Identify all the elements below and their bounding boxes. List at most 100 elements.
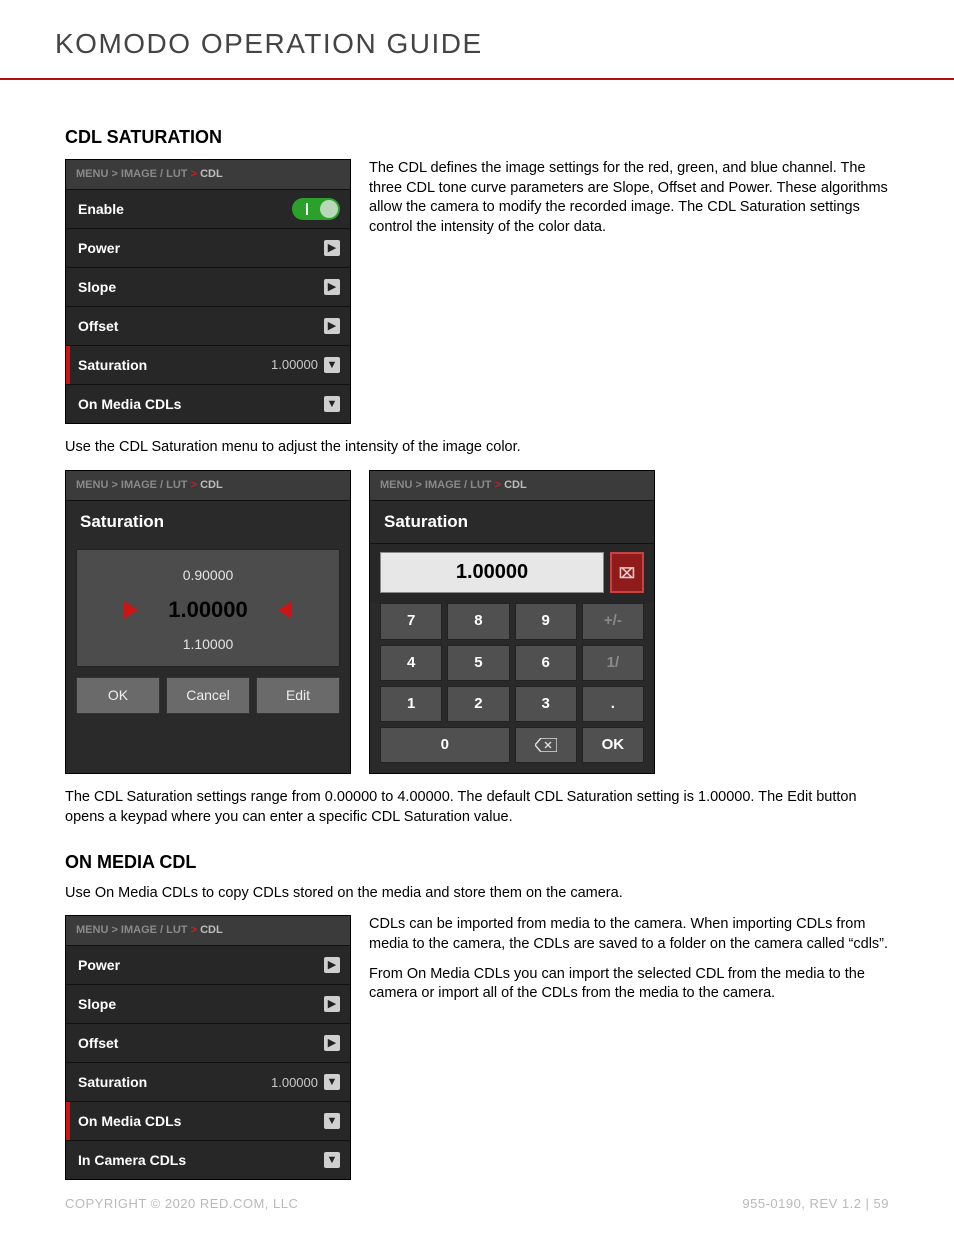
menu-item-label: Power xyxy=(78,956,120,975)
menu-item-label: Offset xyxy=(78,1034,118,1053)
key-backspace[interactable] xyxy=(515,727,577,763)
panel-title: Saturation xyxy=(370,500,654,544)
spinner-next-value: 1.10000 xyxy=(77,629,339,660)
close-icon: ⌧ xyxy=(619,564,635,583)
key-6[interactable]: 6 xyxy=(515,645,577,681)
chevron-down-icon: ▼ xyxy=(324,357,340,373)
chevron-down-icon: ▼ xyxy=(324,1152,340,1168)
breadcrumb-arrow-icon: > xyxy=(495,479,504,491)
breadcrumb-last: CDL xyxy=(200,168,223,180)
saturation-spinner-panel: MENU > IMAGE / LUT > CDL Saturation 0.90… xyxy=(65,470,351,775)
menu-item-saturation[interactable]: Saturation 1.00000 ▼ xyxy=(66,1062,350,1101)
chevron-right-icon: ▶ xyxy=(324,957,340,973)
breadcrumb-last: CDL xyxy=(200,479,223,491)
menu-item-label: Slope xyxy=(78,995,116,1014)
body-text: CDLs can be imported from media to the c… xyxy=(369,915,889,1180)
chevron-right-icon: ▶ xyxy=(324,279,340,295)
spinner-increase-icon[interactable] xyxy=(124,601,138,619)
breadcrumb: MENU > IMAGE / LUT > CDL xyxy=(66,916,350,945)
heading-on-media-cdl: ON MEDIA CDL xyxy=(65,850,889,874)
breadcrumb-last: CDL xyxy=(200,924,223,936)
key-5[interactable]: 5 xyxy=(447,645,509,681)
menu-item-onmedia-cdls[interactable]: On Media CDLs ▼ xyxy=(66,384,350,423)
menu-item-power[interactable]: Power ▶ xyxy=(66,228,350,267)
menu-item-value: 1.00000 xyxy=(271,1074,318,1092)
menu-item-label: In Camera CDLs xyxy=(78,1151,186,1170)
breadcrumb-arrow-icon: > xyxy=(191,168,200,180)
key-4[interactable]: 4 xyxy=(380,645,442,681)
panel-title: Saturation xyxy=(66,500,350,544)
chevron-right-icon: ▶ xyxy=(324,240,340,256)
key-7[interactable]: 7 xyxy=(380,603,442,639)
menu-item-enable[interactable]: Enable xyxy=(66,189,350,228)
cancel-button[interactable]: Cancel xyxy=(166,677,250,714)
key-3[interactable]: 3 xyxy=(515,686,577,722)
menu-item-label: Enable xyxy=(78,200,124,219)
key-8[interactable]: 8 xyxy=(447,603,509,639)
backspace-icon xyxy=(535,738,557,752)
para-onmedia-1: CDLs can be imported from media to the c… xyxy=(369,915,889,954)
ok-button[interactable]: OK xyxy=(76,677,160,714)
page-header: KOMODO OPERATION GUIDE xyxy=(0,0,954,78)
key-1[interactable]: 1 xyxy=(380,686,442,722)
chevron-right-icon: ▶ xyxy=(324,1035,340,1051)
edit-button[interactable]: Edit xyxy=(256,677,340,714)
para-onmedia-intro: Use On Media CDLs to copy CDLs stored on… xyxy=(65,884,889,904)
close-button[interactable]: ⌧ xyxy=(610,552,644,593)
menu-item-value: 1.00000 xyxy=(271,356,318,374)
menu-panel-cdl: MENU > IMAGE / LUT > CDL Enable Power ▶ … xyxy=(65,159,351,424)
menu-item-slope[interactable]: Slope ▶ xyxy=(66,267,350,306)
spinner-prev-value: 0.90000 xyxy=(77,560,339,591)
breadcrumb-last: CDL xyxy=(504,479,527,491)
menu-item-incamera-cdls[interactable]: In Camera CDLs ▼ xyxy=(66,1140,350,1179)
breadcrumb: MENU > IMAGE / LUT > CDL xyxy=(66,160,350,189)
chevron-down-icon: ▼ xyxy=(324,1074,340,1090)
heading-cdl-saturation: CDL SATURATION xyxy=(65,125,889,149)
menu-item-saturation[interactable]: Saturation 1.00000 ▼ xyxy=(66,345,350,384)
menu-item-slope[interactable]: Slope ▶ xyxy=(66,984,350,1023)
para-cdl-desc: The CDL defines the image settings for t… xyxy=(369,159,889,237)
chevron-right-icon: ▶ xyxy=(324,318,340,334)
para-range: The CDL Saturation settings range from 0… xyxy=(65,788,889,827)
body-text: The CDL defines the image settings for t… xyxy=(369,159,889,424)
value-spinner[interactable]: 0.90000 1.00000 1.10000 xyxy=(76,549,340,666)
menu-item-offset[interactable]: Offset ▶ xyxy=(66,1023,350,1062)
keypad-display: 1.00000 xyxy=(380,552,604,593)
para-onmedia-2: From On Media CDLs you can import the se… xyxy=(369,965,889,1004)
saturation-keypad-panel: MENU > IMAGE / LUT > CDL Saturation 1.00… xyxy=(369,470,655,775)
breadcrumb-pre: MENU > IMAGE / LUT xyxy=(76,168,188,180)
key-0[interactable]: 0 xyxy=(380,727,510,763)
footer-copyright: COPYRIGHT © 2020 RED.COM, LLC xyxy=(65,1196,298,1211)
breadcrumb-pre: MENU > IMAGE / LUT xyxy=(76,924,188,936)
menu-item-label: Slope xyxy=(78,278,116,297)
chevron-down-icon: ▼ xyxy=(324,1113,340,1129)
menu-panel-onmedia: MENU > IMAGE / LUT > CDL Power ▶ Slope ▶… xyxy=(65,915,351,1180)
menu-item-label: On Media CDLs xyxy=(78,1112,181,1131)
spinner-current-value: 1.00000 xyxy=(168,595,248,625)
breadcrumb: MENU > IMAGE / LUT > CDL xyxy=(66,471,350,500)
page-footer: COPYRIGHT © 2020 RED.COM, LLC 955-0190, … xyxy=(0,1196,954,1211)
menu-item-power[interactable]: Power ▶ xyxy=(66,945,350,984)
breadcrumb-arrow-icon: > xyxy=(191,924,200,936)
toggle-on-icon[interactable] xyxy=(292,198,340,220)
key-2[interactable]: 2 xyxy=(447,686,509,722)
menu-item-onmedia-cdls[interactable]: On Media CDLs ▼ xyxy=(66,1101,350,1140)
spinner-decrease-icon[interactable] xyxy=(278,601,292,619)
menu-item-label: On Media CDLs xyxy=(78,395,181,414)
key-9[interactable]: 9 xyxy=(515,603,577,639)
keypad: 7 8 9 +/- 4 5 6 1/ 1 2 3 . 0 OK xyxy=(370,603,654,773)
breadcrumb: MENU > IMAGE / LUT > CDL xyxy=(370,471,654,500)
key-ok[interactable]: OK xyxy=(582,727,644,763)
menu-item-label: Saturation xyxy=(78,356,147,375)
menu-item-label: Power xyxy=(78,239,120,258)
menu-item-label: Offset xyxy=(78,317,118,336)
breadcrumb-pre: MENU > IMAGE / LUT xyxy=(380,479,492,491)
key-dot[interactable]: . xyxy=(582,686,644,722)
key-reciprocal[interactable]: 1/ xyxy=(582,645,644,681)
key-plus-minus[interactable]: +/- xyxy=(582,603,644,639)
breadcrumb-pre: MENU > IMAGE / LUT xyxy=(76,479,188,491)
para-use-saturation: Use the CDL Saturation menu to adjust th… xyxy=(65,438,889,458)
chevron-right-icon: ▶ xyxy=(324,996,340,1012)
menu-item-offset[interactable]: Offset ▶ xyxy=(66,306,350,345)
menu-item-label: Saturation xyxy=(78,1073,147,1092)
